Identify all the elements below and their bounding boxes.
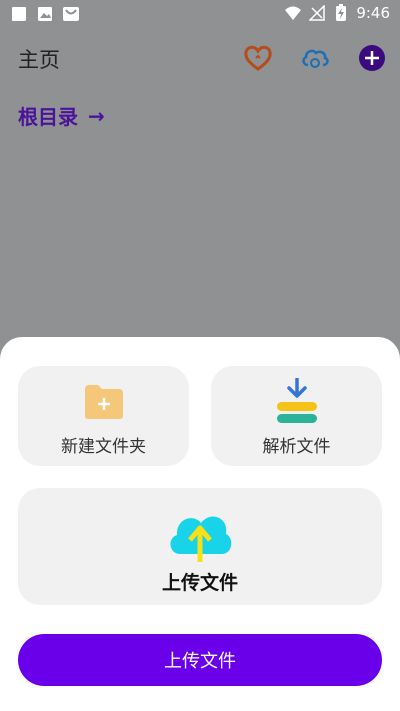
cloud-upload-icon <box>166 498 234 568</box>
breadcrumb[interactable]: 根目录 → <box>18 101 105 130</box>
status-time: 9:46 <box>356 4 390 22</box>
image-icon <box>36 5 54 23</box>
upload-file-card[interactable]: 上传文件 <box>18 488 382 605</box>
arrow-right-icon: → <box>88 103 105 128</box>
square-icon <box>10 5 28 23</box>
cloud-sync-icon[interactable] <box>301 44 329 72</box>
parse-file-card[interactable]: 解析文件 <box>211 366 382 466</box>
folder-add-icon <box>84 384 124 424</box>
status-bar: 9:46 <box>0 0 400 28</box>
page-title: 主页 <box>18 48 60 72</box>
shop-icon <box>62 5 80 23</box>
upload-card-label: 上传文件 <box>161 572 238 594</box>
upload-button[interactable]: 上传文件 <box>18 634 382 686</box>
heart-icon[interactable] <box>244 44 272 72</box>
battery-charging-icon <box>332 4 350 22</box>
parse-file-label: 解析文件 <box>262 437 331 457</box>
add-icon[interactable] <box>358 44 386 72</box>
no-signal-icon <box>308 4 326 22</box>
new-folder-label: 新建文件夹 <box>61 437 146 457</box>
breadcrumb-root[interactable]: 根目录 <box>18 101 78 130</box>
wifi-icon <box>284 4 302 22</box>
new-folder-card[interactable]: 新建文件夹 <box>18 366 189 466</box>
download-stack-icon <box>274 377 320 430</box>
app-bar: 主页 <box>0 28 400 88</box>
